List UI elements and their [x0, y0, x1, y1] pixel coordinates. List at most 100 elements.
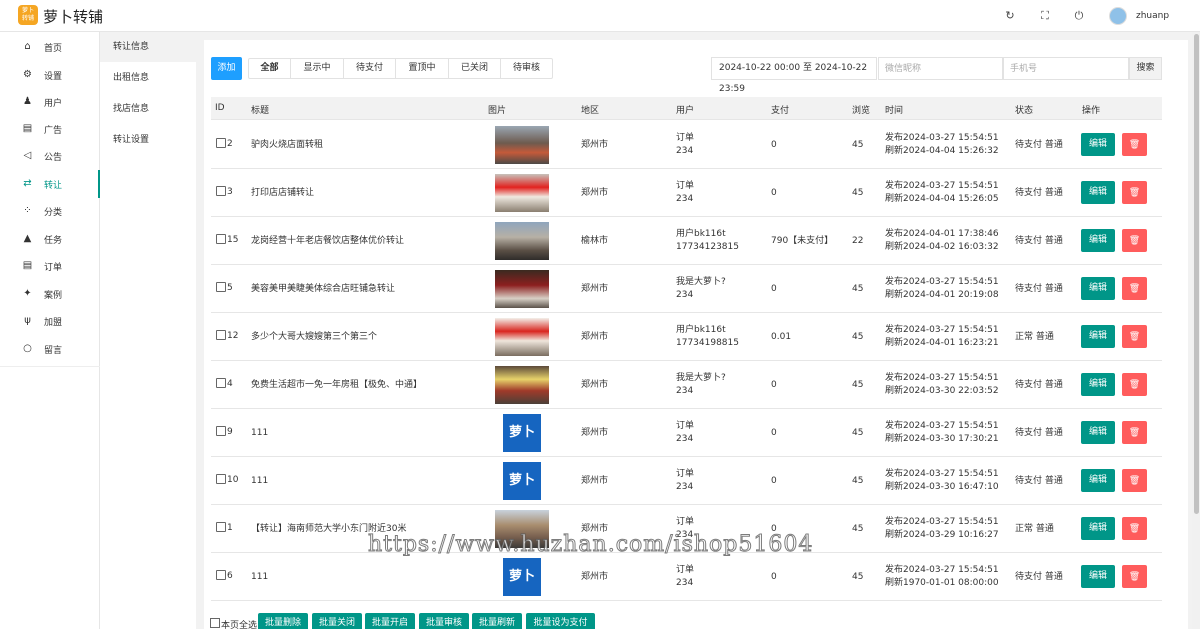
sub-navigation: 转让信息 出租信息 找店信息 转让设置: [100, 32, 196, 629]
sidebar-item-4[interactable]: ◁ 公告: [0, 142, 100, 170]
batch-button-1[interactable]: 批量关闭: [312, 613, 362, 629]
subnav-item-0[interactable]: 转让信息: [100, 32, 196, 62]
row-refresh-time: 刷新1970-01-01 08:00:00: [885, 578, 999, 588]
listing-thumbnail[interactable]: [495, 126, 549, 164]
avatar[interactable]: [1109, 7, 1127, 25]
subnav-item-3[interactable]: 转让设置: [100, 125, 196, 155]
row-checkbox[interactable]: [216, 426, 226, 436]
nickname-input[interactable]: [878, 57, 1003, 80]
sidebar-item-label: 加盟: [44, 318, 63, 328]
edit-button[interactable]: 编辑: [1081, 325, 1115, 348]
batch-button-0[interactable]: 批量删除: [258, 613, 308, 629]
delete-button[interactable]: 🗑: [1122, 373, 1147, 396]
edit-button[interactable]: 编辑: [1081, 133, 1115, 156]
listing-thumbnail[interactable]: [495, 366, 549, 404]
delete-button[interactable]: 🗑: [1122, 565, 1147, 588]
subnav-item-2[interactable]: 找店信息: [100, 94, 196, 124]
edit-button[interactable]: 编辑: [1081, 565, 1115, 588]
filter-tab-2[interactable]: 待支付: [344, 59, 396, 78]
delete-button[interactable]: 🗑: [1122, 133, 1147, 156]
phone-input[interactable]: [1003, 57, 1129, 80]
listing-thumbnail[interactable]: [495, 222, 549, 260]
row-title[interactable]: 111: [251, 427, 268, 439]
row-checkbox[interactable]: [216, 186, 226, 196]
select-all-label[interactable]: 本页全选: [221, 618, 257, 629]
row-title[interactable]: 免费生活超市一免一年房租【极免、中通】: [251, 379, 422, 391]
filter-tab-4[interactable]: 已关闭: [449, 59, 501, 78]
row-checkbox[interactable]: [216, 378, 226, 388]
fullscreen-icon[interactable]: ⛶: [1038, 9, 1052, 23]
edit-button[interactable]: 编辑: [1081, 373, 1115, 396]
row-checkbox[interactable]: [216, 282, 226, 292]
batch-button-2[interactable]: 批量开启: [365, 613, 415, 629]
row-title[interactable]: 111: [251, 475, 268, 487]
delete-button[interactable]: 🗑: [1122, 421, 1147, 444]
username[interactable]: zhuanp: [1136, 11, 1169, 21]
row-title[interactable]: 龙岗经营十年老店餐饮店整体优价转让: [251, 235, 404, 247]
row-title[interactable]: 111: [251, 571, 268, 583]
row-checkbox[interactable]: [216, 234, 226, 244]
sidebar-item-0[interactable]: ⌂ 首页: [0, 33, 100, 61]
batch-button-5[interactable]: 批量设为支付: [526, 613, 595, 629]
edit-button[interactable]: 编辑: [1081, 421, 1115, 444]
batch-button-4[interactable]: 批量刷新: [472, 613, 522, 629]
row-title[interactable]: 多少个大哥大嫂嫂第三个第三个: [251, 331, 377, 343]
select-all-checkbox[interactable]: [210, 618, 220, 628]
listing-thumbnail[interactable]: 萝卜: [503, 414, 541, 452]
row-checkbox[interactable]: [216, 138, 226, 148]
listing-thumbnail[interactable]: [495, 174, 549, 212]
listing-thumbnail[interactable]: [495, 270, 549, 308]
sidebar-item-1[interactable]: ⚙ 设置: [0, 61, 100, 89]
date-range-input[interactable]: 2024-10-22 00:00 至 2024-10-22 23:59: [711, 57, 877, 94]
row-checkbox[interactable]: [216, 474, 226, 484]
filter-tab-5[interactable]: 待审核: [501, 59, 552, 78]
delete-button[interactable]: 🗑: [1122, 517, 1147, 540]
row-payment: 0: [771, 188, 777, 198]
delete-button[interactable]: 🗑: [1122, 229, 1147, 252]
row-title[interactable]: 打印店店铺转让: [251, 187, 314, 199]
add-button[interactable]: 添加: [211, 57, 242, 80]
filter-tab-0[interactable]: 全部: [249, 59, 291, 78]
subnav-item-1[interactable]: 出租信息: [100, 63, 196, 93]
row-status: 待支付 普通: [1015, 140, 1063, 150]
refresh-icon[interactable]: ↻: [1003, 9, 1017, 23]
sidebar: ⌂ 首页 ⚙ 设置 ♟ 用户 ▤ 广告 ◁ 公告 ⇄ 转让 ⁘ 分类 ▲ 任务 ▤ 订单 ✦ 案例 ψ 加盟 ○ 留言: [0, 32, 100, 629]
batch-button-3[interactable]: 批量审核: [419, 613, 469, 629]
row-region: 郑州市: [581, 428, 609, 438]
row-user-name: 订单: [676, 469, 695, 479]
row-id: 3: [227, 187, 233, 197]
edit-button[interactable]: 编辑: [1081, 469, 1115, 492]
sidebar-item-7[interactable]: ▲ 任务: [0, 225, 100, 253]
delete-button[interactable]: 🗑: [1122, 277, 1147, 300]
sidebar-item-9[interactable]: ✦ 案例: [0, 280, 100, 308]
sidebar-item-11[interactable]: ○ 留言: [0, 335, 100, 363]
sidebar-item-10[interactable]: ψ 加盟: [0, 307, 100, 335]
delete-button[interactable]: 🗑: [1122, 469, 1147, 492]
row-checkbox[interactable]: [216, 570, 226, 580]
edit-button[interactable]: 编辑: [1081, 229, 1115, 252]
row-title[interactable]: 美容美甲美睫美体综合店旺铺急转让: [251, 283, 395, 295]
scrollbar-thumb[interactable]: [1194, 34, 1199, 514]
delete-button[interactable]: 🗑: [1122, 325, 1147, 348]
sidebar-item-8[interactable]: ▤ 订单: [0, 252, 100, 280]
row-id: 4: [227, 379, 233, 389]
row-title[interactable]: 驴肉火烧店面转租: [251, 139, 323, 151]
row-checkbox[interactable]: [216, 330, 226, 340]
row-checkbox[interactable]: [216, 522, 226, 532]
listing-thumbnail[interactable]: 萝卜: [503, 558, 541, 596]
edit-button[interactable]: 编辑: [1081, 277, 1115, 300]
sidebar-item-6[interactable]: ⁘ 分类: [0, 197, 100, 225]
filter-tab-3[interactable]: 置顶中: [396, 59, 449, 78]
filter-tab-1[interactable]: 显示中: [291, 59, 344, 78]
listing-thumbnail[interactable]: [495, 318, 549, 356]
delete-button[interactable]: 🗑: [1122, 181, 1147, 204]
power-icon[interactable]: ⏻: [1072, 9, 1086, 23]
listing-thumbnail[interactable]: 萝卜: [503, 462, 541, 500]
sidebar-item-5[interactable]: ⇄ 转让: [0, 170, 100, 198]
sidebar-item-3[interactable]: ▤ 广告: [0, 115, 100, 143]
edit-button[interactable]: 编辑: [1081, 181, 1115, 204]
row-user-name: 订单: [676, 565, 695, 575]
sidebar-item-2[interactable]: ♟ 用户: [0, 88, 100, 116]
edit-button[interactable]: 编辑: [1081, 517, 1115, 540]
search-button[interactable]: 搜索: [1129, 57, 1162, 80]
